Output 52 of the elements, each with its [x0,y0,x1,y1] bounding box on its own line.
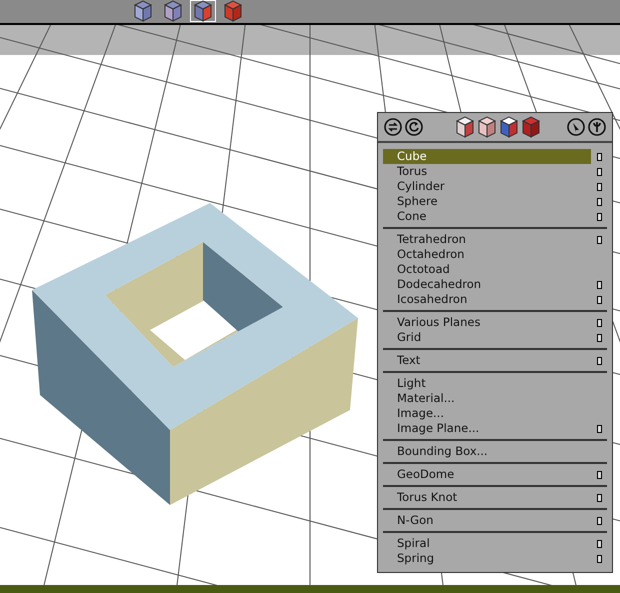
menu-item[interactable]: Material... [383,391,591,406]
menu-item[interactable]: Spiral [383,536,591,551]
menu-item[interactable]: Octotoad [383,262,591,277]
options-box-icon[interactable] [596,424,602,432]
options-box-icon[interactable] [596,280,602,288]
options-box-icon[interactable] [596,198,602,206]
cube-icon [133,0,153,22]
menu-item[interactable]: Sphere [383,194,591,209]
menu-item[interactable]: Spring [383,551,591,566]
options-box-icon[interactable] [596,470,602,478]
options-box-icon[interactable] [596,554,602,562]
menu-item[interactable]: GeoDome [383,467,591,482]
cube-icon [499,116,519,138]
options-box-icon[interactable] [596,236,602,244]
menu-item[interactable]: Icosahedron [383,292,591,307]
swap-arrows-icon[interactable] [384,118,402,136]
menu-item[interactable]: Bounding Box... [383,444,591,459]
options-box-icon[interactable] [596,516,602,524]
options-box-icon[interactable] [596,356,602,364]
cursor-icon[interactable] [567,118,585,136]
options-box-icon[interactable] [596,318,602,326]
cube-icon [163,0,183,22]
menu-item[interactable]: N-Gon [383,513,591,528]
options-box-icon[interactable] [596,540,602,548]
menu-item[interactable]: Dodecahedron [383,277,591,292]
menu-item[interactable]: Light [383,376,591,391]
view-mode-button[interactable] [190,0,216,22]
options-box-icon[interactable] [596,182,602,190]
menu-item[interactable]: Torus Knot [383,490,591,505]
menu-item[interactable]: Grid [383,330,591,345]
options-box-icon[interactable] [596,168,602,176]
menu-item[interactable]: Image... [383,406,591,421]
menu-item[interactable]: Cylinder [383,179,591,194]
cube-icon [223,0,243,22]
menu-item[interactable]: Tetrahedron [383,232,591,247]
cube-icon [521,116,541,138]
menu-item[interactable]: Cone [383,209,591,224]
menu-item[interactable]: Text [383,353,591,368]
options-box-icon[interactable] [596,494,602,502]
cube-icon [193,0,213,22]
menu-item[interactable]: Cube [383,149,591,164]
menu-item[interactable]: Torus [383,164,591,179]
options-box-icon[interactable] [596,334,602,342]
cube-icon [455,116,475,138]
refresh-icon[interactable] [405,118,423,136]
options-box-icon[interactable] [596,296,602,304]
cube-icon [477,116,497,138]
options-box-icon[interactable] [596,212,602,220]
options-box-icon[interactable] [596,152,602,160]
menu-item[interactable]: Octahedron [383,247,591,262]
menu-item[interactable]: Various Planes [383,315,591,330]
menu-item[interactable]: Image Plane... [383,421,591,436]
